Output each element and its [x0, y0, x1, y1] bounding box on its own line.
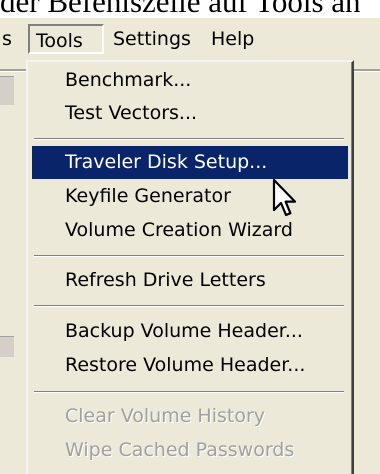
background-panel-edge — [0, 336, 14, 357]
menu-item-backup-volume-header[interactable]: Backup Volume Header... — [32, 315, 348, 348]
menu-item-volume-creation-wizard[interactable]: Volume Creation Wizard — [32, 214, 348, 247]
menu-separator — [34, 391, 344, 393]
menu-separator — [34, 305, 344, 307]
menu-tools[interactable]: Tools — [28, 24, 104, 54]
menu-item-restore-volume-header[interactable]: Restore Volume Header... — [32, 349, 348, 382]
menu-item-wipe-cached-passwords: Wipe Cached Passwords — [65, 439, 295, 461]
menu-separator — [34, 138, 344, 140]
background-panel-edge — [0, 76, 14, 105]
menu-item-clear-volume-history: Clear Volume History — [65, 405, 266, 427]
arrow-pointer-icon — [272, 178, 297, 217]
menu-help[interactable]: Help — [206, 24, 259, 54]
menu-item-benchmark[interactable]: Benchmark... — [32, 64, 348, 97]
menu-separator — [34, 255, 344, 257]
menu-settings[interactable]: Settings — [108, 24, 196, 54]
menu-item-test-vectors[interactable]: Test Vectors... — [32, 97, 348, 130]
tools-dropdown-menu: Benchmark... Test Vectors... Traveler Di… — [26, 60, 354, 474]
menu-item-traveler-disk-setup[interactable]: Traveler Disk Setup... — [32, 146, 348, 179]
menu-item-keyfile-generator[interactable]: Keyfile Generator — [32, 180, 348, 213]
menu-previous-partial[interactable]: s — [0, 24, 11, 54]
menu-bar: s Tools Settings Help — [0, 20, 380, 60]
menu-item-refresh-drive-letters[interactable]: Refresh Drive Letters — [32, 264, 348, 297]
